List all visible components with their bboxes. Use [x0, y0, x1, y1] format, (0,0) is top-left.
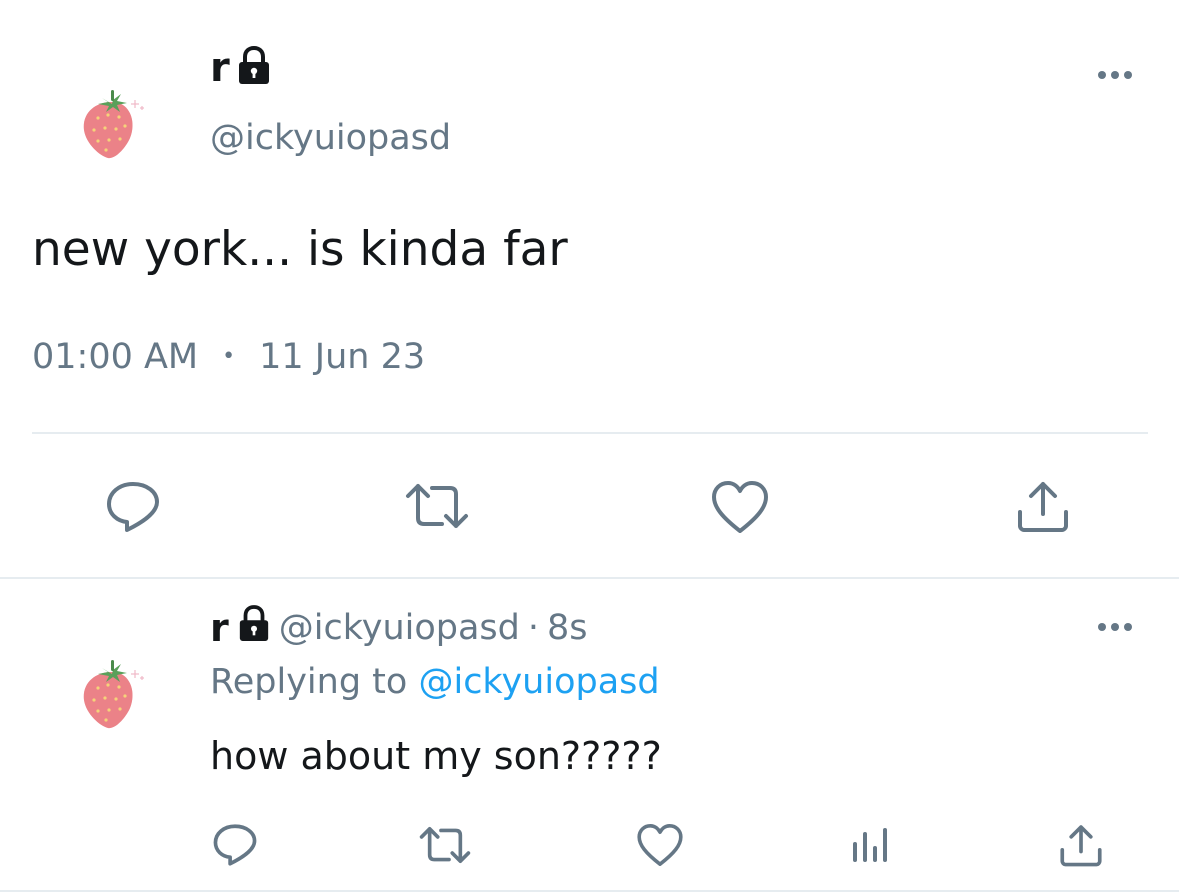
tweet-age: 8s: [547, 608, 588, 648]
retweet-icon: [419, 827, 471, 863]
analytics-icon: [853, 828, 887, 862]
timestamp-separator: •: [222, 344, 236, 369]
tweet-author[interactable]: r: [210, 44, 272, 92]
share-icon: [1060, 825, 1102, 867]
tweet-date: 11 Jun 23: [259, 337, 426, 377]
display-name: r: [210, 45, 230, 91]
share-icon: [1018, 482, 1068, 532]
bottom-divider: [0, 890, 1179, 892]
reply-button[interactable]: [105, 480, 161, 534]
tweet-time: 01:00 AM: [32, 337, 199, 377]
reply-icon: [107, 482, 159, 532]
more-options-icon[interactable]: [1098, 71, 1132, 79]
reply-icon: [213, 824, 257, 866]
like-button[interactable]: [710, 479, 770, 535]
handle[interactable]: @ickyuiopasd: [210, 116, 451, 160]
lock-icon: [237, 604, 271, 652]
strawberry-icon: [83, 90, 144, 159]
reply-header: r @ickyuiopasd · 8s: [210, 604, 588, 652]
tweet-text: new york... is kinda far: [32, 222, 568, 277]
more-options-icon[interactable]: [1098, 623, 1132, 631]
tweet-timestamp[interactable]: 01:00 AM • 11 Jun 23: [32, 335, 425, 379]
replying-to-label: Replying to: [210, 662, 408, 702]
avatar[interactable]: [72, 652, 152, 732]
meta-separator: ·: [527, 608, 540, 648]
lock-icon: [236, 45, 272, 90]
reply-button[interactable]: [212, 823, 258, 867]
tweet-text: how about my son?????: [210, 734, 662, 778]
like-icon: [712, 481, 768, 533]
like-icon: [637, 824, 683, 866]
retweet-icon: [406, 484, 468, 528]
replying-to-handle[interactable]: @ickyuiopasd: [418, 662, 659, 702]
strawberry-icon: [83, 660, 144, 729]
handle[interactable]: @ickyuiopasd: [279, 608, 520, 648]
display-name[interactable]: r: [210, 606, 229, 650]
retweet-button[interactable]: [418, 824, 472, 866]
divider: [32, 432, 1148, 434]
share-button[interactable]: [1059, 822, 1103, 868]
replying-to: Replying to @ickyuiopasd: [210, 660, 660, 704]
share-button[interactable]: [1016, 478, 1070, 534]
analytics-button[interactable]: [850, 826, 890, 864]
tweet-separator: [0, 577, 1179, 579]
avatar[interactable]: [72, 82, 152, 162]
retweet-button[interactable]: [404, 480, 470, 532]
like-button[interactable]: [636, 822, 684, 868]
